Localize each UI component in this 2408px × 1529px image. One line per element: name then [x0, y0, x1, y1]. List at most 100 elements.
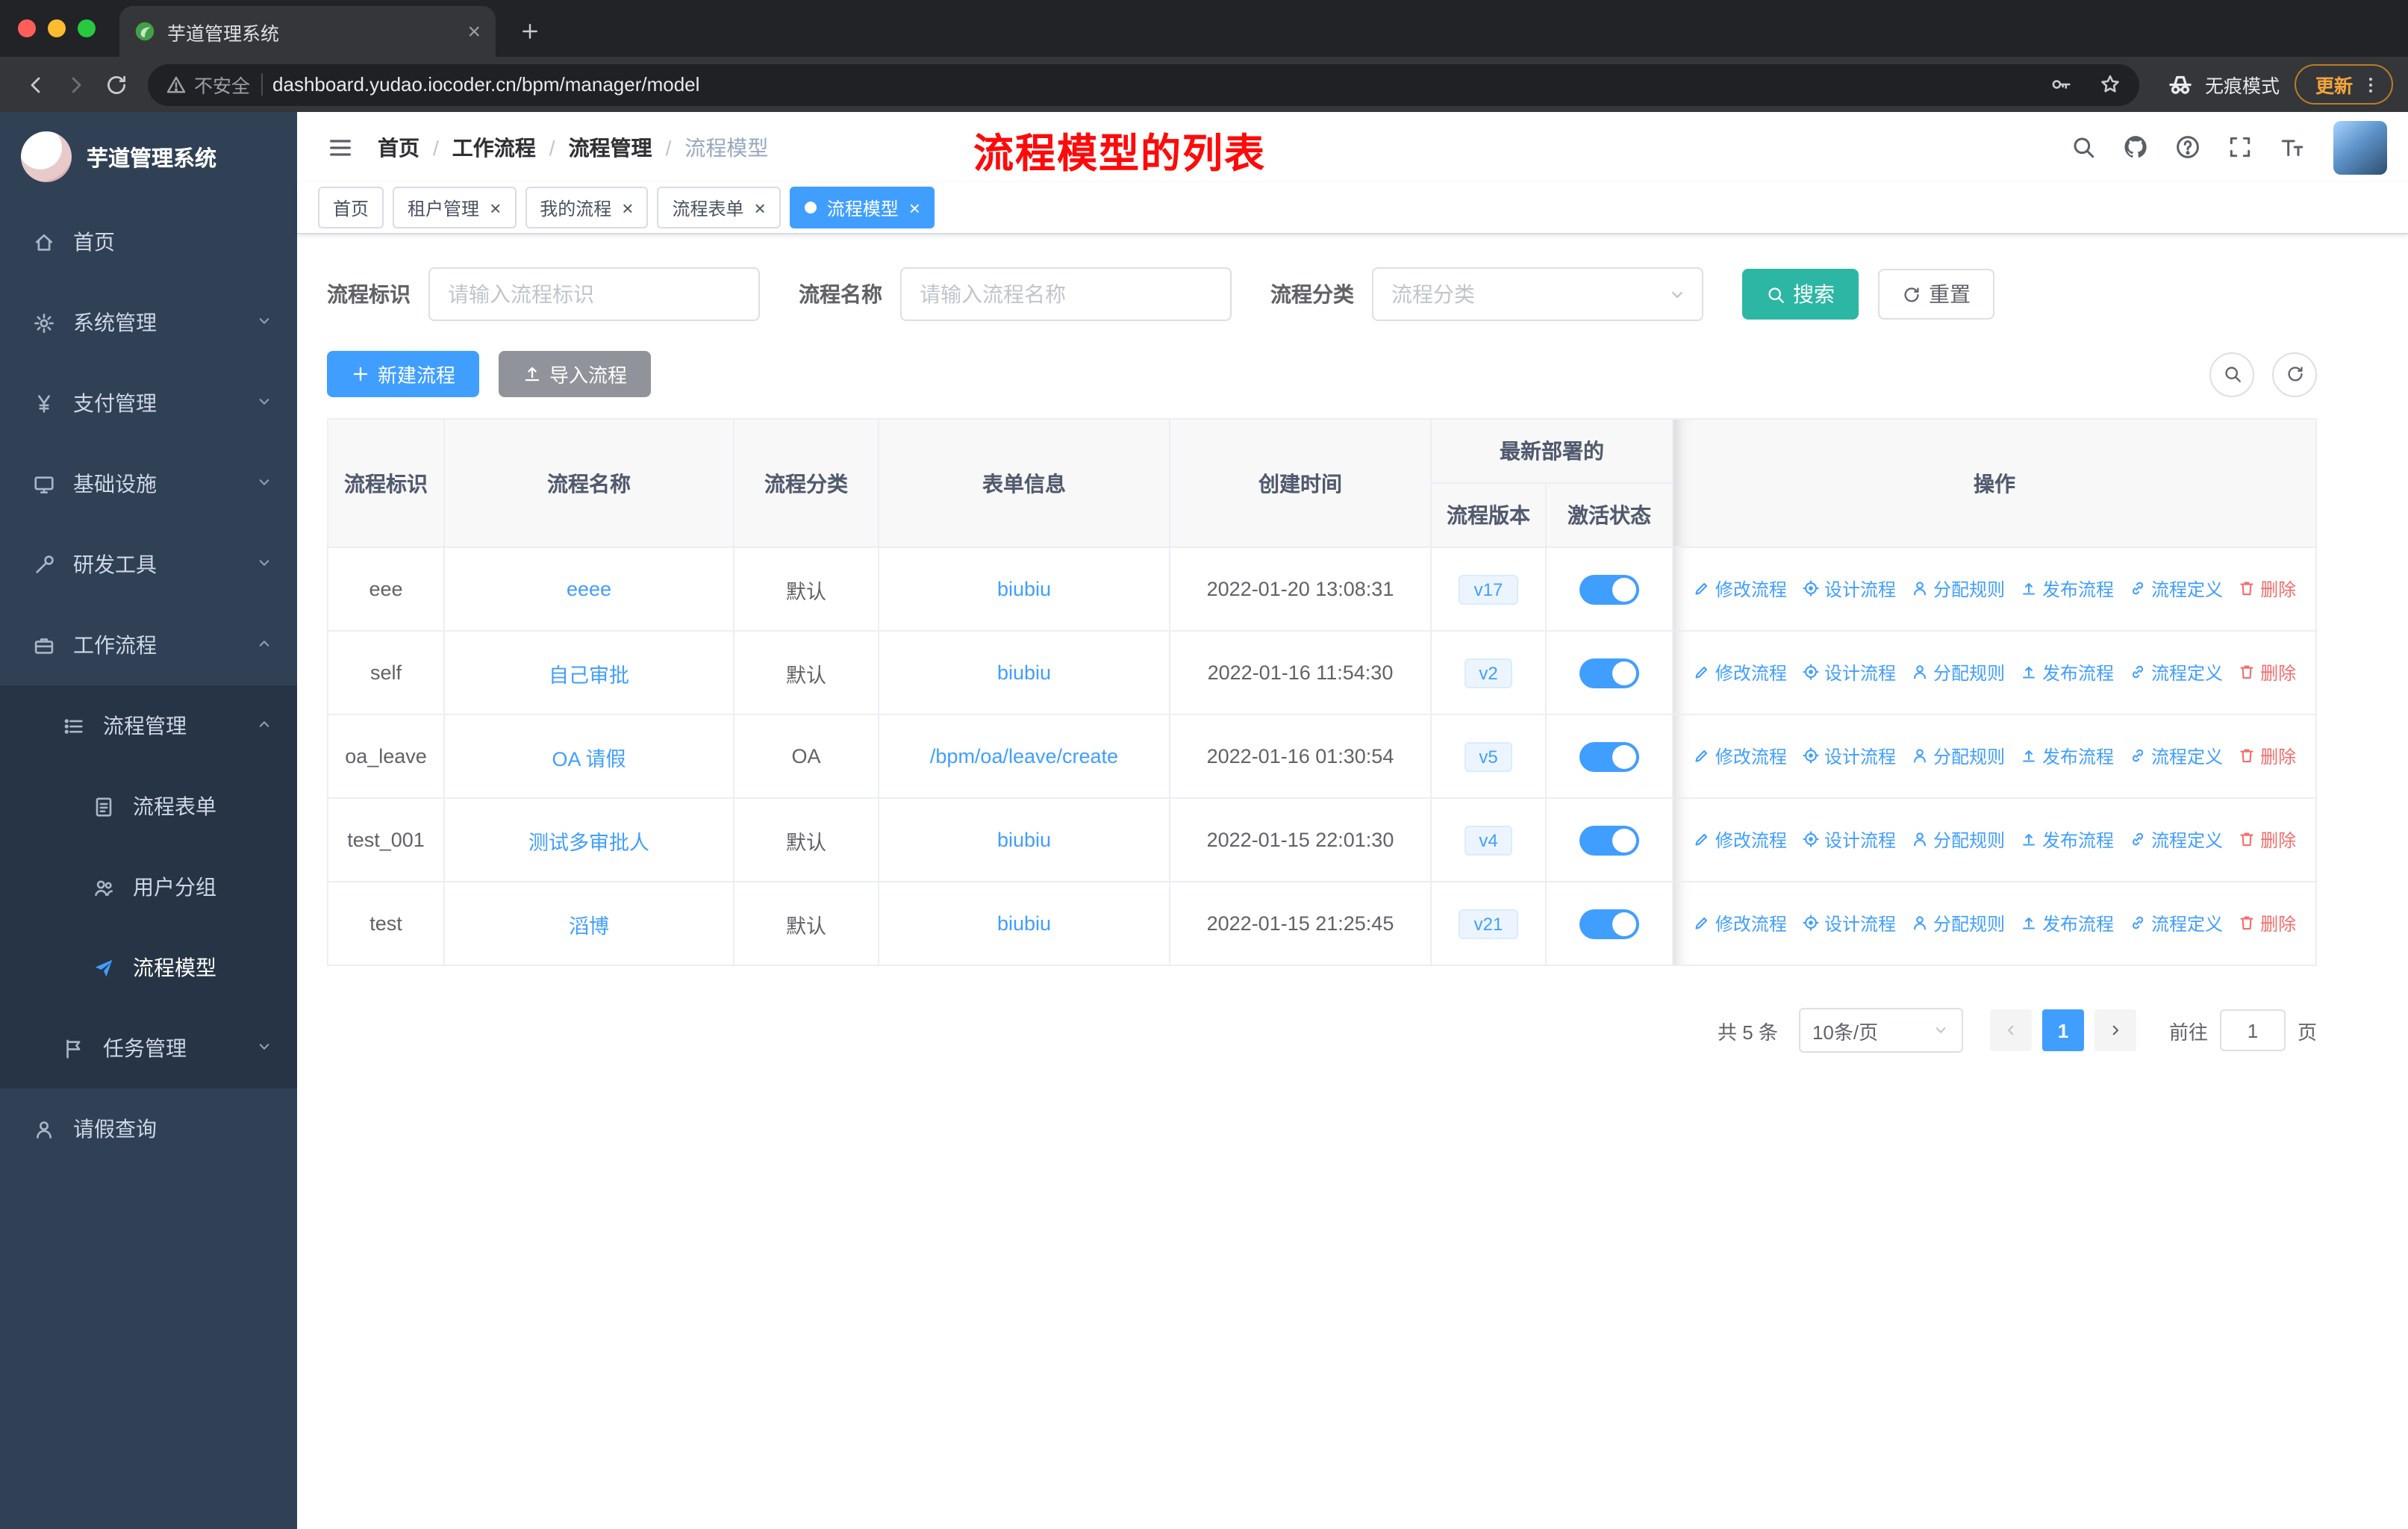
action-publish[interactable]: 发布流程	[2020, 744, 2114, 769]
tag-my-process[interactable]: 我的流程 ×	[525, 187, 649, 228]
breadcrumb-item[interactable]: 工作流程	[452, 132, 536, 162]
action-publish[interactable]: 发布流程	[2020, 576, 2114, 602]
help-icon[interactable]	[2168, 128, 2206, 166]
close-icon[interactable]: ×	[622, 198, 633, 217]
sidebar-item-system[interactable]: 系统管理	[0, 282, 297, 363]
page-number-button[interactable]: 1	[2042, 1009, 2084, 1051]
avatar[interactable]	[2333, 120, 2387, 174]
sidebar-item-process-form[interactable]: 流程表单	[0, 766, 297, 847]
action-publish[interactable]: 发布流程	[2020, 911, 2114, 936]
sidebar-logo[interactable]: 芋道管理系统	[0, 112, 297, 202]
page-size-select[interactable]: 10条/页	[1798, 1008, 1963, 1053]
action-design[interactable]: 设计流程	[1802, 660, 1896, 685]
action-delete[interactable]: 删除	[2238, 911, 2296, 936]
reset-button[interactable]: 重置	[1878, 269, 1994, 320]
process-name-link[interactable]: 自己审批	[549, 664, 629, 686]
action-definition[interactable]: 流程定义	[2129, 827, 2223, 853]
process-name-link[interactable]: eeee	[567, 578, 611, 600]
search-icon[interactable]	[2063, 128, 2102, 166]
action-publish[interactable]: 发布流程	[2020, 827, 2114, 853]
action-assign[interactable]: 分配规则	[1911, 576, 2005, 602]
active-toggle[interactable]	[1579, 741, 1639, 771]
hamburger-icon[interactable]	[318, 125, 363, 169]
close-icon[interactable]: ×	[490, 198, 501, 217]
category-select[interactable]: 流程分类	[1372, 267, 1703, 321]
window-close-button[interactable]	[18, 19, 36, 37]
process-name-link[interactable]: OA 请假	[552, 747, 626, 770]
action-design[interactable]: 设计流程	[1802, 827, 1896, 853]
action-edit[interactable]: 修改流程	[1693, 744, 1787, 769]
back-button[interactable]	[15, 64, 55, 105]
breadcrumb-item[interactable]: 流程管理	[569, 132, 652, 162]
active-toggle[interactable]	[1579, 658, 1639, 688]
search-button[interactable]: 搜索	[1742, 269, 1859, 320]
close-icon[interactable]: ×	[755, 198, 766, 217]
password-key-icon[interactable]	[2042, 65, 2081, 104]
github-icon[interactable]	[2115, 128, 2154, 166]
window-zoom-button[interactable]	[78, 19, 96, 37]
sidebar-item-home[interactable]: 首页	[0, 202, 297, 282]
fullscreen-icon[interactable]	[2220, 128, 2259, 166]
action-edit[interactable]: 修改流程	[1693, 827, 1787, 853]
process-key-input[interactable]	[428, 267, 760, 321]
form-link[interactable]: biubiu	[997, 912, 1051, 935]
action-delete[interactable]: 删除	[2238, 660, 2296, 685]
create-process-button[interactable]: 新建流程	[327, 351, 480, 397]
action-definition[interactable]: 流程定义	[2129, 660, 2223, 685]
active-toggle[interactable]	[1579, 574, 1639, 604]
sidebar-item-task-mgmt[interactable]: 任务管理	[0, 1008, 297, 1089]
prev-page-button[interactable]	[1989, 1009, 2032, 1051]
sidebar-item-user-group[interactable]: 用户分组	[0, 847, 297, 927]
import-process-button[interactable]: 导入流程	[499, 351, 652, 397]
action-design[interactable]: 设计流程	[1802, 576, 1896, 602]
process-name-link[interactable]: 滔博	[569, 915, 609, 937]
browser-tab[interactable]: 芋道管理系统 ×	[119, 6, 496, 57]
form-link[interactable]: biubiu	[997, 829, 1051, 851]
action-definition[interactable]: 流程定义	[2129, 744, 2223, 769]
sidebar-item-process-model[interactable]: 流程模型	[0, 927, 297, 1008]
action-design[interactable]: 设计流程	[1802, 744, 1896, 769]
update-button[interactable]: 更新	[2294, 64, 2393, 105]
form-link[interactable]: biubiu	[997, 578, 1051, 600]
security-indicator[interactable]: 不安全	[166, 70, 250, 99]
action-edit[interactable]: 修改流程	[1693, 660, 1787, 685]
tab-close-icon[interactable]: ×	[467, 19, 481, 44]
breadcrumb-item[interactable]: 首页	[378, 132, 419, 162]
window-minimize-button[interactable]	[48, 19, 66, 37]
refresh-table-button[interactable]	[2272, 352, 2317, 396]
action-definition[interactable]: 流程定义	[2129, 911, 2223, 936]
kebab-menu-icon[interactable]	[2360, 74, 2381, 95]
tag-process-model[interactable]: 流程模型 ×	[789, 187, 935, 228]
new-tab-button[interactable]	[511, 12, 549, 51]
sidebar-item-infra[interactable]: 基础设施	[0, 443, 297, 524]
action-assign[interactable]: 分配规则	[1911, 911, 2005, 936]
goto-page-input[interactable]	[2219, 1009, 2286, 1051]
action-delete[interactable]: 删除	[2238, 827, 2296, 853]
reload-button[interactable]	[96, 64, 136, 105]
action-edit[interactable]: 修改流程	[1693, 576, 1787, 602]
action-assign[interactable]: 分配规则	[1911, 744, 2005, 769]
process-name-link[interactable]: 测试多审批人	[528, 831, 649, 853]
tag-tenant[interactable]: 租户管理 ×	[393, 187, 517, 228]
active-toggle[interactable]	[1579, 909, 1639, 938]
form-link[interactable]: /bpm/oa/leave/create	[930, 745, 1118, 767]
tag-process-form[interactable]: 流程表单 ×	[657, 187, 781, 228]
process-name-input[interactable]	[900, 267, 1232, 321]
action-assign[interactable]: 分配规则	[1911, 827, 2005, 853]
sidebar-item-process-mgmt[interactable]: 流程管理	[0, 685, 297, 766]
next-page-button[interactable]	[2094, 1009, 2136, 1051]
action-publish[interactable]: 发布流程	[2020, 660, 2114, 685]
font-size-icon[interactable]	[2272, 128, 2311, 166]
forward-button[interactable]	[55, 64, 96, 105]
bookmark-star-icon[interactable]	[2092, 65, 2130, 104]
action-delete[interactable]: 删除	[2238, 576, 2296, 602]
action-edit[interactable]: 修改流程	[1693, 911, 1787, 936]
sidebar-item-devtools[interactable]: 研发工具	[0, 524, 297, 605]
action-design[interactable]: 设计流程	[1802, 911, 1896, 936]
action-assign[interactable]: 分配规则	[1911, 660, 2005, 685]
action-definition[interactable]: 流程定义	[2129, 576, 2223, 602]
toggle-search-button[interactable]	[2209, 352, 2254, 396]
sidebar-item-leave-query[interactable]: 请假查询	[0, 1089, 297, 1169]
form-link[interactable]: biubiu	[997, 661, 1051, 684]
sidebar-item-payment[interactable]: 支付管理	[0, 363, 297, 443]
